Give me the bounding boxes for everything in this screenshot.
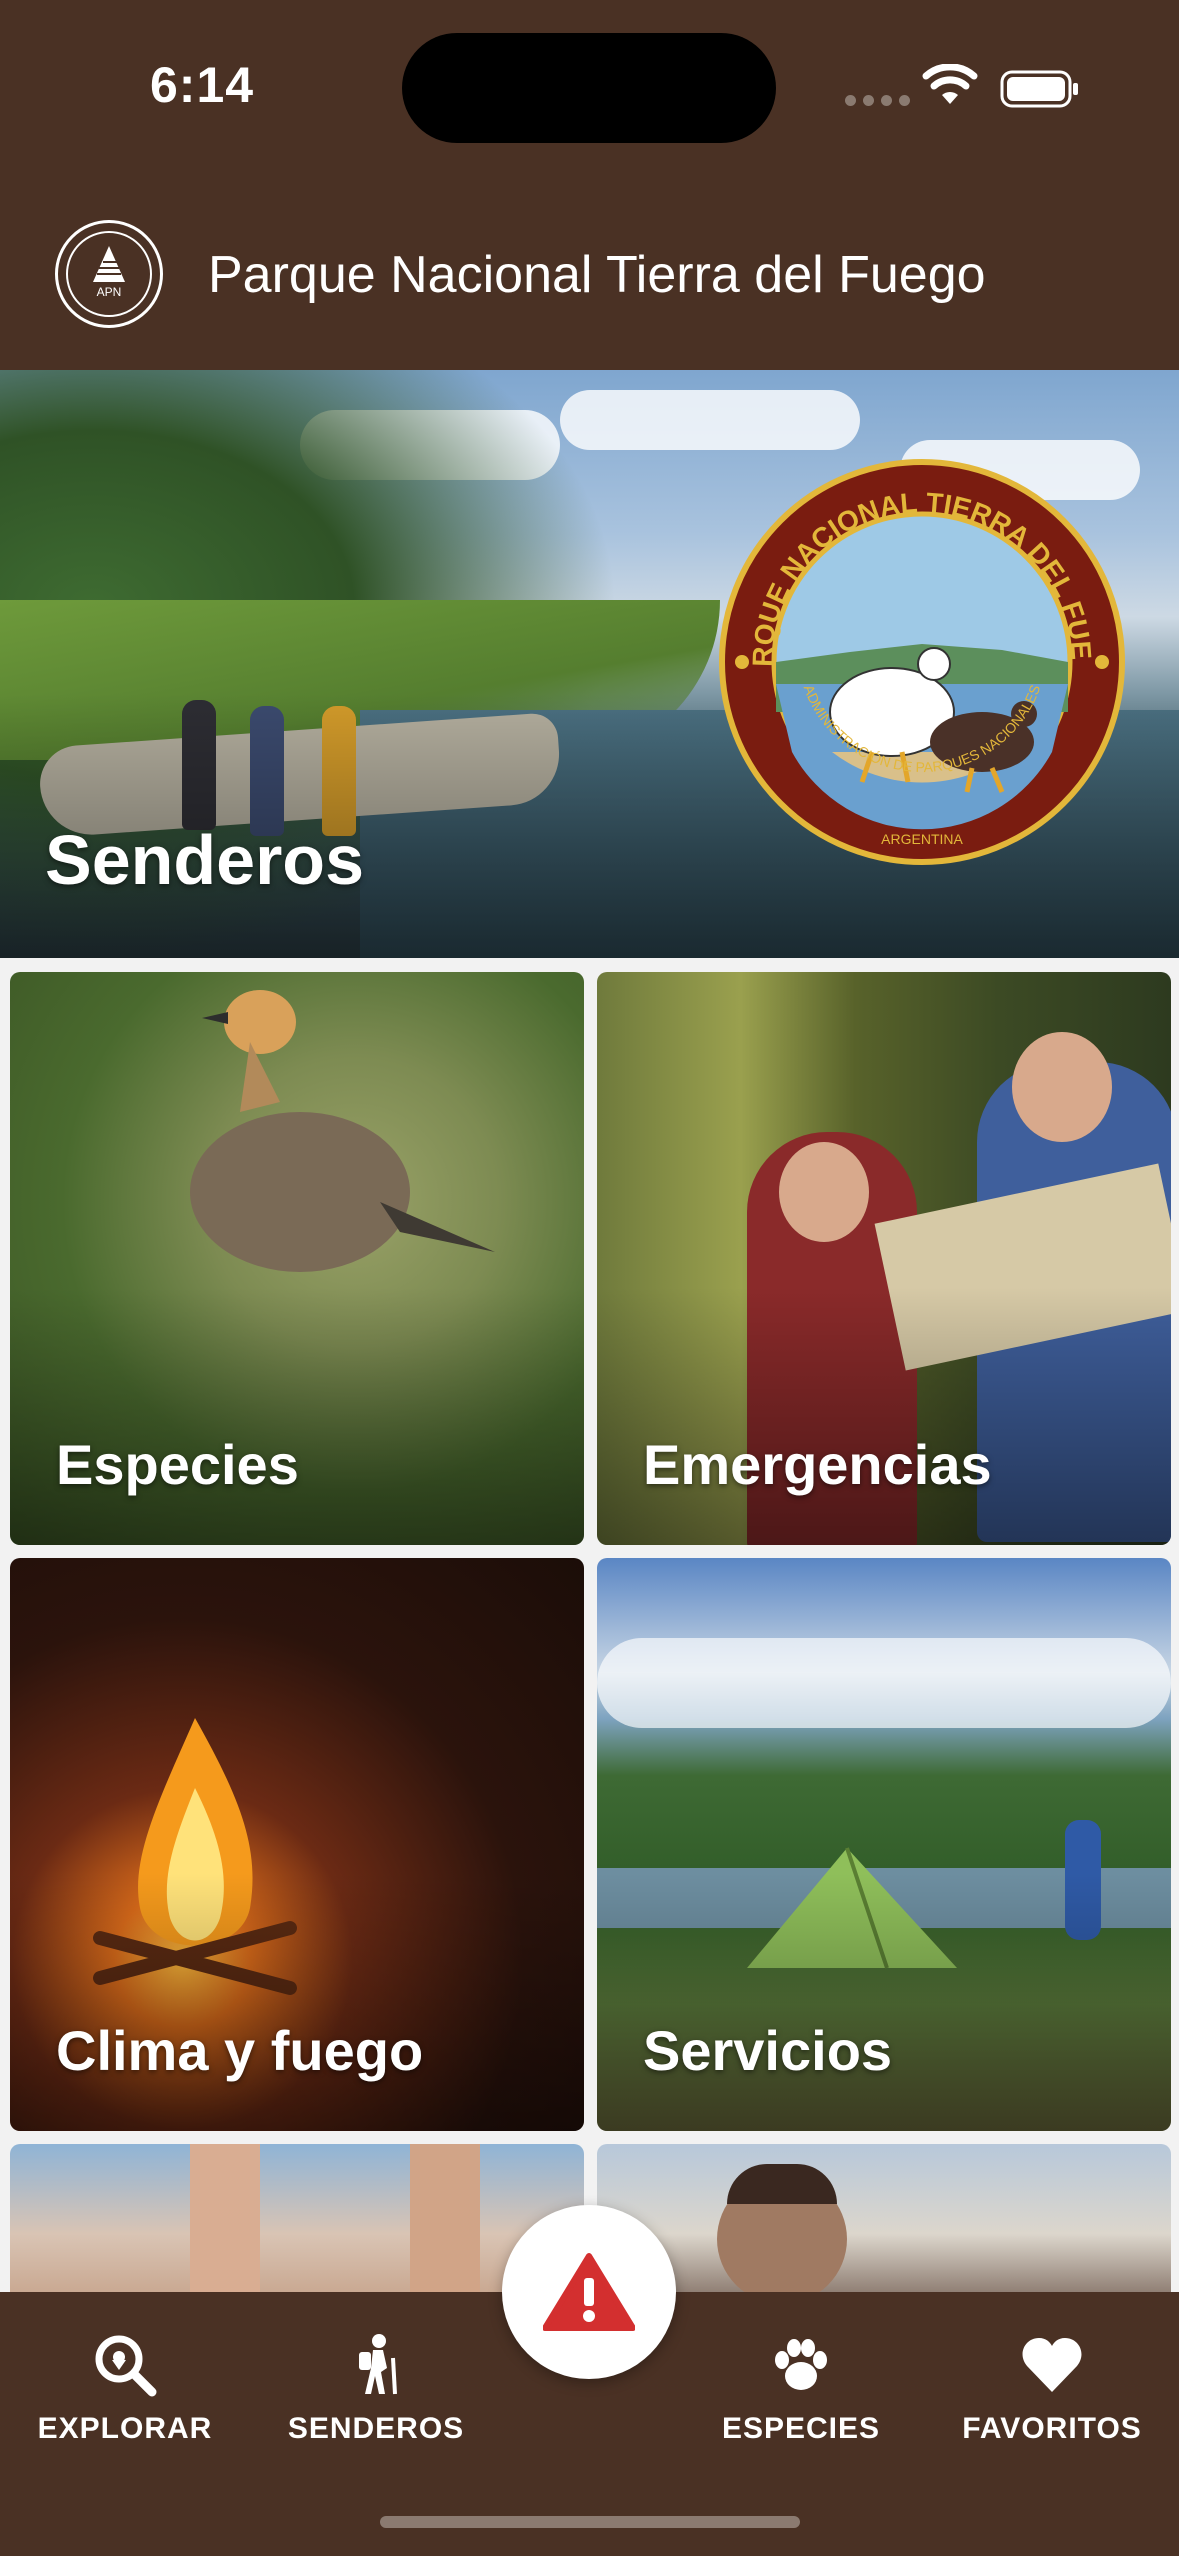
svg-text:APN: APN: [97, 285, 122, 299]
battery-icon: [1000, 70, 1078, 108]
app-header: APN Parque Nacional Tierra del Fuego: [0, 175, 1179, 370]
hero-title: Senderos: [45, 821, 364, 899]
card-title: Servicios: [643, 2019, 893, 2082]
svg-text:ARGENTINA: ARGENTINA: [881, 831, 963, 847]
search-location-icon: [95, 2335, 157, 2397]
emergency-alert-button[interactable]: [502, 2205, 676, 2379]
status-bar: 6:14: [0, 0, 1179, 175]
card-title: Emergencias: [643, 1433, 992, 1496]
park-seal-logo: PARQUE NACIONAL TIERRA DEL FUEGO ADMINIS…: [712, 452, 1125, 865]
nav-favoritos[interactable]: FAVORITOS: [942, 2332, 1162, 2446]
nav-label: SENDEROS: [287, 2412, 465, 2445]
nav-senderos[interactable]: SENDEROS: [266, 2332, 486, 2446]
cellular-signal-icon: [845, 95, 910, 106]
card-more-left[interactable]: [10, 2144, 584, 2294]
warning-icon: [543, 2253, 635, 2331]
nav-explorar[interactable]: EXPLORAR: [15, 2332, 235, 2446]
apn-logo-icon: APN: [66, 231, 152, 317]
category-grid: Especies Emergencias Clima y fuego Servi…: [0, 958, 1179, 2294]
hiker-icon: [359, 2334, 397, 2395]
card-emergencias[interactable]: Emergencias: [597, 972, 1171, 1545]
card-clima-y-fuego[interactable]: Clima y fuego: [10, 1558, 584, 2131]
dynamic-island: [402, 33, 776, 143]
nav-label: EXPLORAR: [37, 2412, 213, 2445]
wifi-icon: [922, 64, 978, 104]
app-title: Parque Nacional Tierra del Fuego: [208, 246, 986, 304]
card-title: Especies: [56, 1433, 299, 1496]
nav-label: FAVORITOS: [962, 2412, 1142, 2445]
nav-label: ESPECIES: [721, 2412, 881, 2445]
status-time: 6:14: [150, 57, 255, 113]
card-more-right[interactable]: [597, 2144, 1171, 2294]
apn-logo[interactable]: APN: [55, 220, 163, 328]
heart-icon: [1022, 2338, 1082, 2392]
paw-icon: [775, 2339, 827, 2390]
home-indicator: [380, 2516, 800, 2528]
card-especies[interactable]: Especies: [10, 972, 584, 1545]
nav-especies[interactable]: ESPECIES: [691, 2332, 911, 2446]
card-title: Clima y fuego: [56, 2019, 424, 2082]
card-servicios[interactable]: Servicios: [597, 1558, 1171, 2131]
